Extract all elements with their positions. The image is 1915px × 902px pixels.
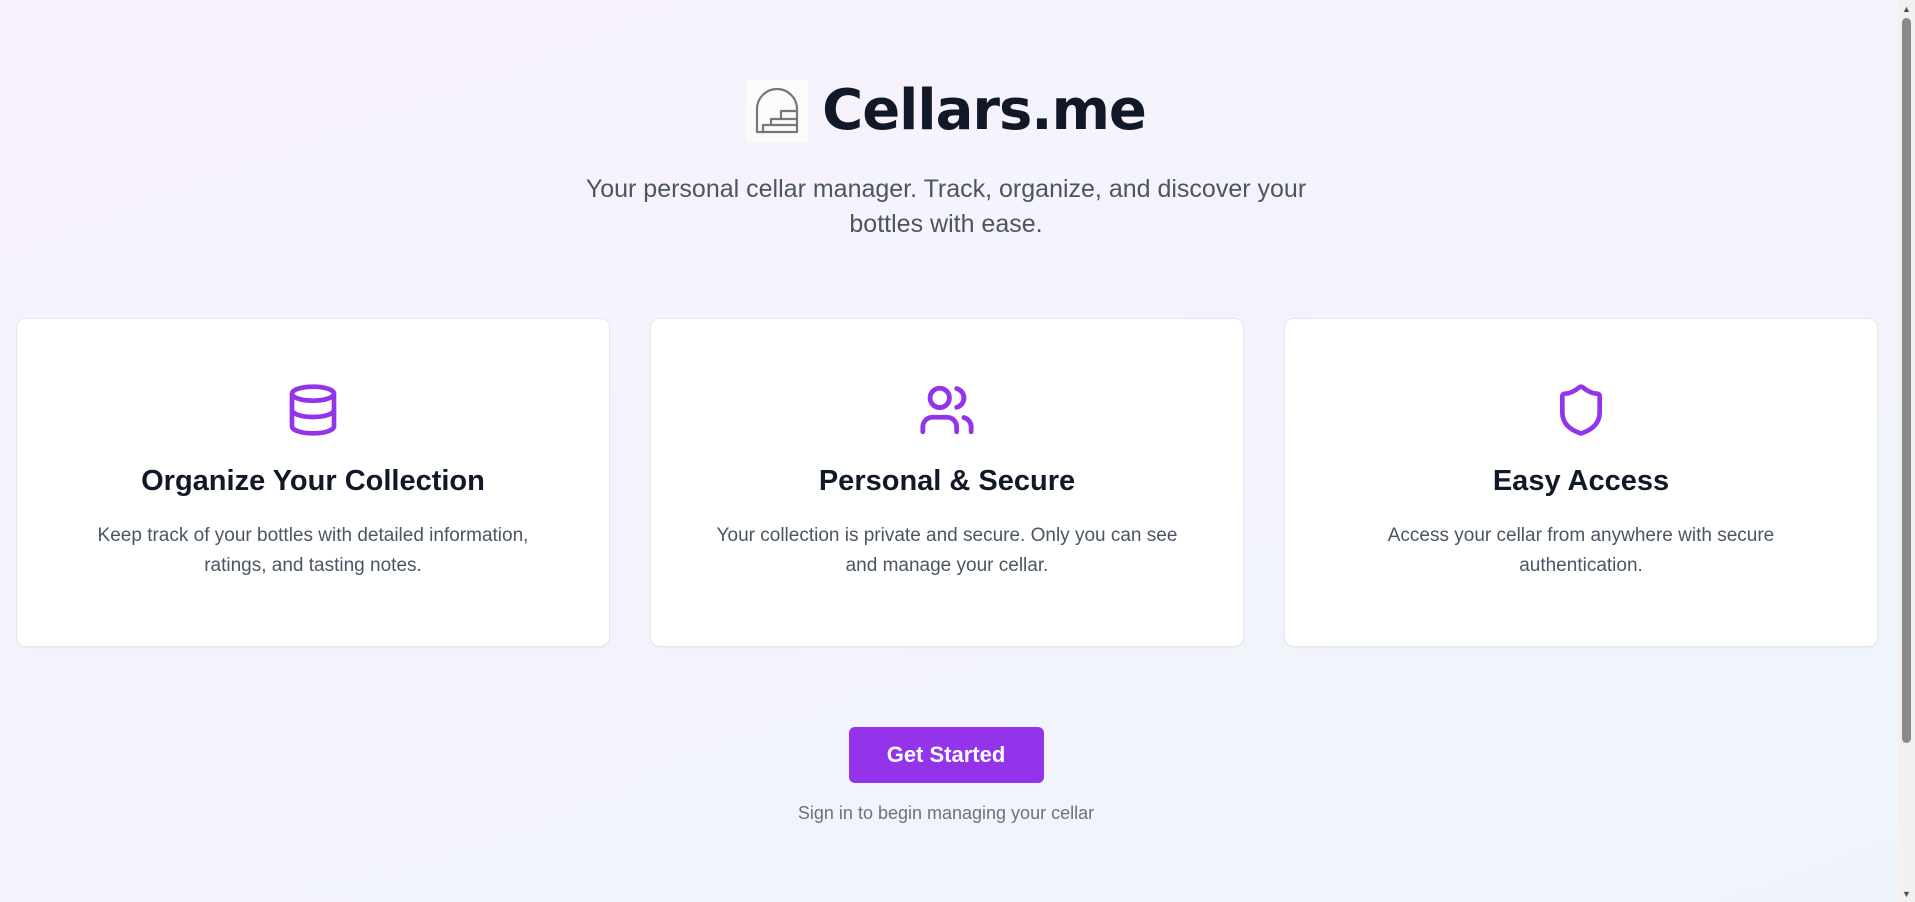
feature-description: Your collection is private and secure. O… [716, 525, 1178, 576]
feature-card-organize: Organize Your Collection Keep track of y… [16, 318, 610, 647]
scrollbar-thumb[interactable] [1902, 18, 1911, 743]
feature-description: Access your cellar from anywhere with se… [1387, 525, 1775, 576]
cellar-door-icon [746, 80, 809, 142]
database-icon [282, 379, 344, 441]
call-to-action: Get Started Sign in to begin managing yo… [0, 727, 1892, 825]
hero-section: Cellars.me Your personal cellar manager.… [0, 70, 1892, 242]
brand: Cellars.me [0, 70, 1892, 152]
landing-page: Cellars.me Your personal cellar manager.… [0, 0, 1898, 902]
feature-card-access: Easy Access Access your cellar from anyw… [1284, 318, 1878, 647]
users-icon [916, 379, 978, 441]
feature-cards: Organize Your Collection Keep track of y… [16, 318, 1878, 647]
feature-description: Keep track of your bottles with detailed… [97, 525, 529, 576]
feature-title: Personal & Secure [818, 465, 1076, 497]
feature-card-secure: Personal & Secure Your collection is pri… [650, 318, 1244, 647]
shield-icon [1550, 379, 1612, 441]
vertical-scrollbar[interactable]: ▲ ▼ [1898, 0, 1915, 902]
feature-title: Easy Access [1492, 465, 1670, 497]
sign-in-hint: Sign in to begin managing your cellar [797, 803, 1095, 823]
feature-title: Organize Your Collection [141, 465, 485, 497]
scroll-down-arrow-icon[interactable]: ▼ [1898, 885, 1915, 902]
tagline: Your personal cellar manager. Track, org… [585, 175, 1307, 238]
app-title: Cellars.me [822, 78, 1147, 143]
get-started-button[interactable]: Get Started [848, 727, 1044, 783]
scroll-up-arrow-icon[interactable]: ▲ [1898, 0, 1915, 17]
